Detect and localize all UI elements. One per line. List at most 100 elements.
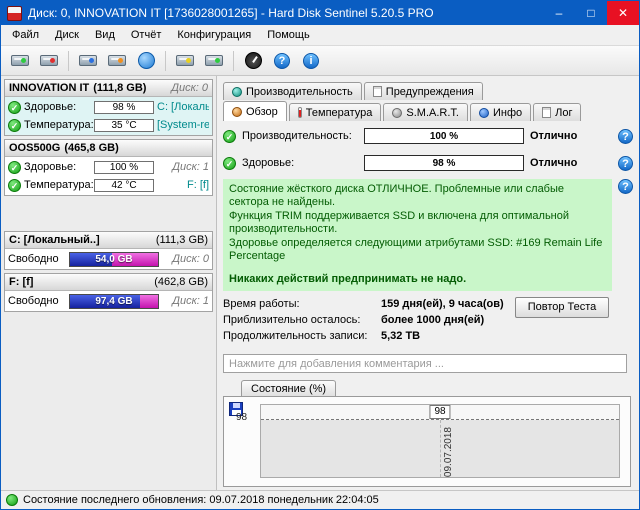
menu-item-view[interactable]: Вид [87,26,123,44]
gauge-icon[interactable] [241,49,265,73]
thermometer-icon [298,107,302,118]
disk-temperature-icon[interactable] [37,49,61,73]
disk-number: Диск: 1 [157,161,209,173]
plot-canvas: 09.07.2018 98 [260,404,620,478]
status-line: Функция TRIM поддерживается SSD и включе… [229,210,606,236]
disk-panel-0-body: ✓ Здоровье: 98 % C: [Локальн.. ✓ Темпера… [5,97,212,135]
titlebar: Диск: 0, INNOVATION IT [1736028001265] -… [1,1,639,25]
menu-item-help[interactable]: Помощь [259,26,318,44]
chart-tab-health-percent[interactable]: Состояние (%) [241,380,336,396]
maximize-button[interactable]: □ [575,1,607,25]
tab-alerts[interactable]: Предупреждения [364,82,483,100]
health-bar: 98 % [364,155,524,171]
performance-rating: Отлично [530,130,577,142]
help-icon[interactable]: ? [270,49,294,73]
help-icon[interactable]: ? [618,129,633,144]
menu-item-disk[interactable]: Диск [47,26,87,44]
menubar: Файл Диск Вид Отчёт Конфигурация Помощь [1,25,639,46]
partition-f-body: Свободно 97,4 GB Диск: 1 [5,291,212,311]
tabs-row-main: Обзор Температура S.M.A.R.T. Инфо Лог [223,100,635,121]
disk-overview-icon[interactable] [8,49,32,73]
tab-log[interactable]: Лог [533,103,581,121]
info-icon[interactable]: i [299,49,323,73]
partition-f-header[interactable]: F: [f] (462,8 GB) [5,274,212,291]
smart-tab-icon [392,108,402,118]
tab-temperature[interactable]: Температура [289,103,382,121]
disk-surface-test-icon[interactable] [76,49,100,73]
stat-lifetime-writes: Продолжительность записи: 5,32 TB [223,328,635,344]
disk-number: Диск: 0 [171,82,208,94]
statusbar: Состояние последнего обновления: 09.07.2… [1,490,639,509]
partition-ref: [System-res.. [157,119,209,131]
space-usage-bar: 97,4 GB [69,294,159,309]
tab-overview[interactable]: Обзор [223,101,287,121]
status-line: Состояние жёсткого диска ОТЛИЧНОЕ. Пробл… [229,183,606,209]
health-row: ✓ Здоровье: 98 % C: [Локальн.. [5,98,212,116]
partition-c-body: Свободно 54,0 GB Диск: 0 [5,249,212,269]
temperature-row: ✓ Температура: 35 °C [System-res.. [5,116,212,134]
partition-panel-f[interactable]: F: [f] (462,8 GB) Свободно 97,4 GB Диск:… [4,273,213,312]
disk-panel-1[interactable]: OOS500G (465,8 GB) ✓ Здоровье: 100 % Дис… [4,139,213,196]
health-history-chart: 98 09.07.2018 98 [223,396,631,487]
health-rating: Отлично [530,157,577,169]
comment-input[interactable] [223,354,627,373]
plot-area: 98 09.07.2018 98 [260,404,620,478]
stats-block: Время работы: 159 дня(ей), 9 часа(ов) Пр… [223,296,635,348]
performance-bar: 100 % [364,128,524,144]
ok-check-icon: ✓ [223,130,236,143]
free-space-row: Свободно 54,0 GB Диск: 0 [5,250,212,268]
retest-button[interactable]: Повтор Теста [515,297,609,318]
status-ok-icon [6,494,18,506]
status-line: Здоровье определяется следующими атрибут… [229,237,606,263]
menu-item-report[interactable]: Отчёт [123,26,169,44]
ok-check-icon: ✓ [8,179,21,192]
menu-item-configuration[interactable]: Конфигурация [169,26,259,44]
menu-item-file[interactable]: Файл [4,26,47,44]
overview-tab-icon [232,107,242,117]
info-tab-icon [479,108,489,118]
www-online-icon[interactable] [134,49,158,73]
last-update-text: Состояние последнего обновления: 09.07.2… [23,494,379,506]
disk-hardware-icon[interactable] [173,49,197,73]
window-controls: – □ ✕ [543,1,639,25]
disk-name: OOS500G [9,142,60,154]
free-label: Свободно [8,295,66,307]
disk-name: INNOVATION IT [9,82,89,94]
tab-info[interactable]: Инфо [470,103,531,121]
help-icon[interactable]: ? [618,179,633,194]
ok-check-icon: ✓ [8,101,21,114]
x-axis-tick: 09.07.2018 [443,427,454,477]
content: INNOVATION IT (111,8 GB) Диск: 0 ✓ Здоро… [1,76,639,490]
disk-panel-0-header[interactable]: INNOVATION IT (111,8 GB) Диск: 0 [5,80,212,97]
health-bar: 100 % [94,161,154,174]
alerts-tab-icon [373,86,382,97]
disk-settings-icon[interactable] [202,49,226,73]
tab-smart[interactable]: S.M.A.R.T. [383,103,468,121]
tab-performance[interactable]: Производительность [223,82,362,100]
space-usage-bar: 54,0 GB [69,252,159,267]
disk-panel-1-header[interactable]: OOS500G (465,8 GB) [5,140,212,157]
health-row: ✓ Здоровье: 100 % Диск: 1 [5,158,212,176]
temperature-bar: 35 °C [94,119,154,132]
close-button[interactable]: ✕ [607,1,639,25]
toolbar-separator [68,51,69,71]
ok-check-icon: ✓ [8,119,21,132]
disk-size: (111,8 GB) [93,82,146,94]
help-icon[interactable]: ? [618,156,633,171]
partition-panel-c[interactable]: C: [Локальный..] (111,3 GB) Свободно 54,… [4,231,213,270]
health-label: Здоровье: [24,101,91,113]
disk-number: Диск: 0 [162,253,209,265]
partition-group: C: [Локальный..] (111,3 GB) Свободно 54,… [4,231,213,312]
disk-report-icon[interactable] [105,49,129,73]
y-axis-tick: 98 [236,412,247,423]
minimize-button[interactable]: – [543,1,575,25]
disk-panel-0[interactable]: INNOVATION IT (111,8 GB) Диск: 0 ✓ Здоро… [4,79,213,136]
chart-gridline [440,420,441,477]
partition-c-header[interactable]: C: [Локальный..] (111,3 GB) [5,232,212,249]
temperature-row: ✓ Температура: 42 °C F: [f] [5,176,212,194]
performance-row: ✓ Производительность: 100 % Отлично ? [223,124,635,148]
status-text-row: Состояние жёсткого диска ОТЛИЧНОЕ. Пробл… [223,179,635,291]
partition-ref: F: [f] [157,179,209,191]
temperature-label: Температура: [24,119,91,131]
performance-tab-icon [232,87,242,97]
